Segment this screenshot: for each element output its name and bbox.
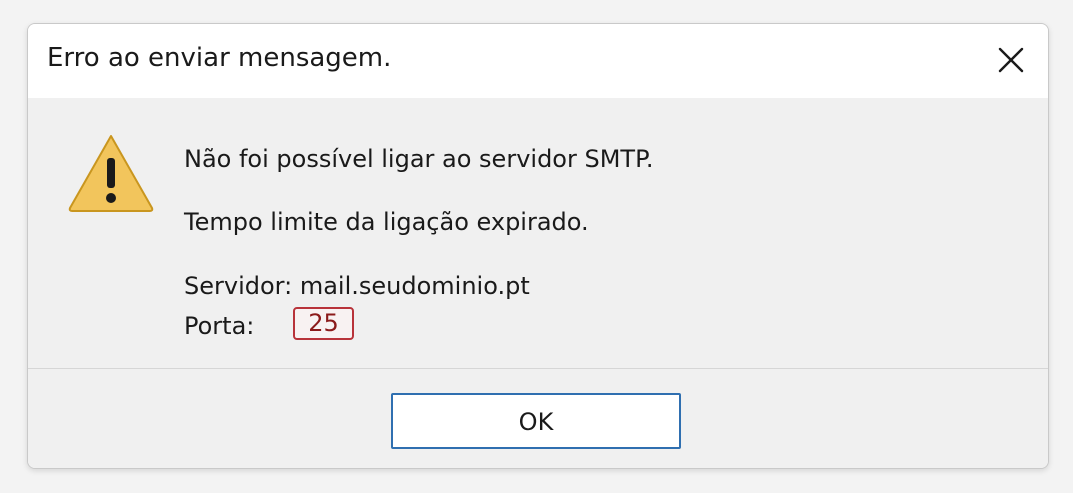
server-info: Servidor: mail.seudominio.pt xyxy=(184,272,530,300)
ok-button[interactable]: OK xyxy=(391,393,681,449)
error-message-primary: Não foi possível ligar ao servidor SMTP. xyxy=(184,145,654,173)
port-value-highlight: 25 xyxy=(293,307,354,340)
close-icon xyxy=(998,47,1024,73)
title-bar: Erro ao enviar mensagem. xyxy=(28,24,1048,98)
close-button[interactable] xyxy=(992,41,1030,79)
dialog-title: Erro ao enviar mensagem. xyxy=(47,43,392,73)
error-dialog: Erro ao enviar mensagem. Não foi possíve… xyxy=(27,23,1049,469)
error-message-detail: Tempo limite da ligação expirado. xyxy=(184,208,589,236)
port-label: Porta: xyxy=(184,312,255,340)
warning-icon xyxy=(68,135,154,212)
